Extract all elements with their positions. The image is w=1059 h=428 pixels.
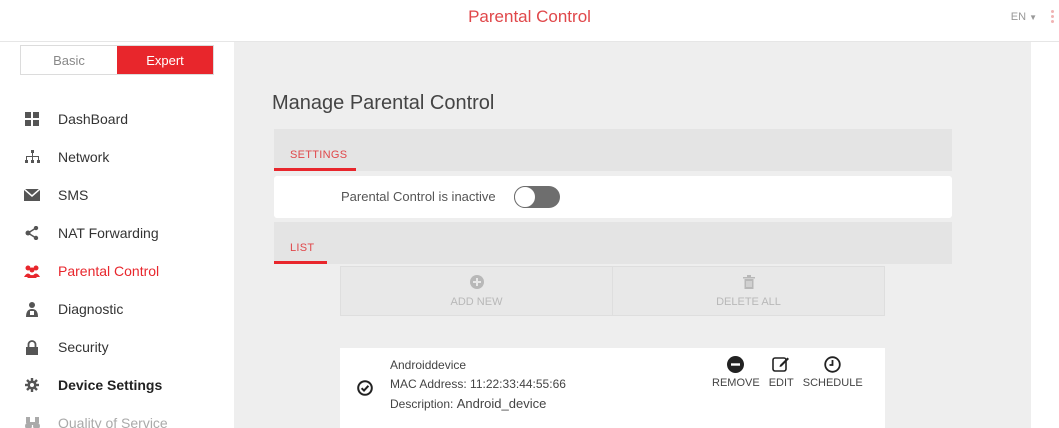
dashboard-icon (24, 111, 40, 127)
settings-section-header: SETTINGS (274, 129, 952, 171)
list-actions: ADD NEW DELETE ALL (340, 266, 885, 316)
chevron-down-icon: ▼ (1029, 13, 1037, 22)
sidebar-item-label: Parental Control (58, 263, 160, 279)
parental-control-status-label: Parental Control is inactive (341, 189, 496, 204)
more-menu-icon[interactable] (1049, 10, 1055, 26)
parental-control-status-card: Parental Control is inactive (274, 176, 952, 218)
basic-mode-button[interactable]: Basic (21, 46, 117, 74)
remove-label: REMOVE (712, 377, 760, 389)
lock-icon (24, 339, 40, 355)
edit-button[interactable]: EDIT (769, 354, 794, 389)
sidebar-item-label: Device Settings (58, 377, 163, 393)
tab-settings[interactable]: SETTINGS (290, 149, 347, 161)
trash-icon (742, 274, 755, 292)
sidebar-item-label: NAT Forwarding (58, 225, 159, 241)
expert-mode-button[interactable]: Expert (117, 46, 213, 74)
mode-toggle: Basic Expert (20, 45, 214, 75)
mac-label: MAC Address: (390, 377, 467, 391)
toggle-knob (514, 186, 536, 208)
device-name: Androiddevice (390, 358, 467, 372)
device-list-item: Androiddevice MAC Address: 11:22:33:44:5… (340, 348, 885, 428)
sidebar-item-label: Network (58, 149, 110, 165)
sidebar-item-label: Diagnostic (58, 301, 124, 317)
sidebar-item-security[interactable]: Security (0, 328, 234, 366)
page-title: Manage Parental Control (272, 92, 495, 114)
tab-list[interactable]: LIST (290, 242, 314, 254)
sms-icon (24, 187, 40, 203)
device-row-actions: REMOVE EDIT SCHEDULE (712, 354, 872, 389)
sidebar: Basic Expert DashBoard Network SMS NAT F… (0, 42, 234, 428)
add-new-label: ADD NEW (450, 295, 503, 308)
sidebar-item-device-settings[interactable]: Device Settings (0, 366, 234, 404)
edit-label: EDIT (768, 377, 794, 389)
delete-all-label: DELETE ALL (716, 295, 781, 308)
list-section-header: LIST (274, 222, 952, 264)
share-icon (24, 225, 40, 241)
schedule-button[interactable]: SCHEDULE (803, 354, 863, 389)
sidebar-item-label: SMS (58, 187, 89, 203)
device-description: Description: Android_device (390, 396, 546, 411)
tab-list-underline (274, 261, 327, 264)
plus-circle-icon (469, 274, 484, 292)
sidebar-item-network[interactable]: Network (0, 138, 234, 176)
minus-circle-icon (727, 354, 745, 374)
sidebar-item-parental-control[interactable]: Parental Control (0, 252, 234, 290)
schedule-label: SCHEDULE (802, 377, 863, 389)
page-header-title: Parental Control (468, 7, 591, 26)
sidebar-item-sms[interactable]: SMS (0, 176, 234, 214)
language-selector[interactable]: EN ▼ (1011, 11, 1037, 23)
gear-icon (24, 377, 40, 393)
clock-icon (824, 354, 841, 374)
users-icon (24, 263, 40, 279)
tab-settings-underline (274, 168, 356, 171)
main-content: Manage Parental Control SETTINGS Parenta… (234, 42, 1031, 428)
description-label: Description: (390, 397, 454, 411)
mac-value: 11:22:33:44:55:66 (470, 377, 566, 391)
device-mac-address: MAC Address: 11:22:33:44:55:66 (390, 377, 566, 391)
network-icon (24, 149, 40, 165)
add-new-button[interactable]: ADD NEW (341, 267, 612, 315)
sidebar-item-nat-forwarding[interactable]: NAT Forwarding (0, 214, 234, 252)
parental-control-toggle[interactable] (514, 186, 560, 208)
right-margin (1031, 42, 1059, 428)
sidebar-item-diagnostic[interactable]: Diagnostic (0, 290, 234, 328)
check-circle-icon[interactable] (357, 380, 373, 401)
diagnostic-icon (24, 301, 40, 317)
edit-icon (772, 354, 790, 374)
description-value: Android_device (456, 396, 547, 411)
language-label: EN (1010, 11, 1027, 23)
sidebar-item-dashboard[interactable]: DashBoard (0, 100, 234, 138)
sidebar-item-label: Quality of Service (58, 415, 168, 428)
sidebar-item-quality-of-service[interactable]: Quality of Service (0, 404, 234, 428)
sidebar-item-label: DashBoard (58, 111, 129, 127)
top-bar: Parental Control EN ▼ (0, 0, 1059, 42)
binoculars-icon (24, 415, 40, 428)
delete-all-button[interactable]: DELETE ALL (612, 267, 884, 315)
sidebar-item-label: Security (58, 339, 109, 355)
sidebar-nav: DashBoard Network SMS NAT Forwarding Par… (0, 100, 234, 428)
remove-button[interactable]: REMOVE (712, 354, 760, 389)
